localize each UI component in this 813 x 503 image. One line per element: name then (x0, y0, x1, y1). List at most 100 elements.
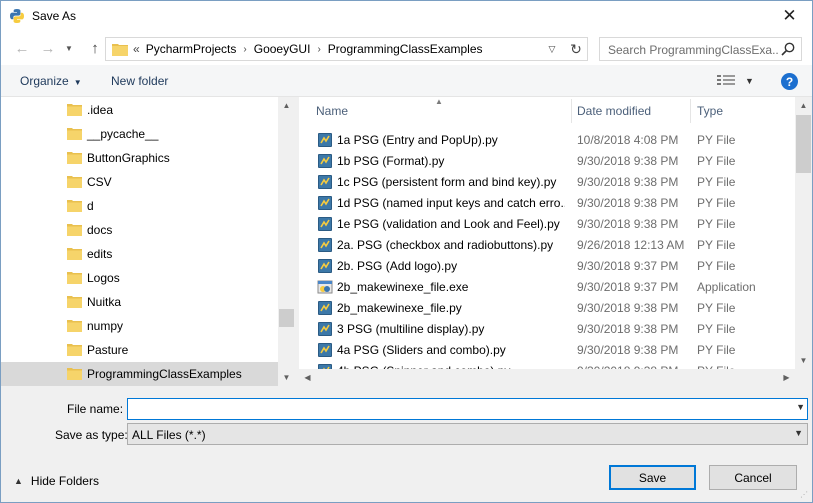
nav-folder-item[interactable]: .idea (1, 98, 278, 122)
save-as-type-label: Save as type: (55, 428, 128, 442)
file-row[interactable]: 3 PSG (multiline display).py 9/30/2018 9:… (299, 318, 796, 339)
column-header-date-modified[interactable]: Date modified (577, 104, 651, 118)
file-row[interactable]: 2b. PSG (Add logo).py 9/30/2018 9:37 PM PY… (299, 255, 796, 276)
folder-icon (67, 175, 82, 188)
close-button[interactable]: ✕ (767, 1, 812, 31)
chevron-right-icon[interactable]: › (243, 44, 246, 55)
window-title: Save As (32, 9, 77, 23)
file-row[interactable]: 2a. PSG (checkbox and radiobuttons).py 9/… (299, 234, 796, 255)
folder-icon (67, 343, 82, 356)
new-folder-button[interactable]: New folder (111, 74, 168, 88)
search-box[interactable]: Search ProgrammingClassExa... (599, 37, 802, 61)
chevron-right-icon[interactable]: › (317, 44, 320, 55)
python-file-icon (317, 342, 333, 358)
navigation-bar: ← → ▼ ↑ « PycharmProjects › GooeyGUI › P… (1, 32, 812, 65)
cancel-button[interactable]: Cancel (709, 465, 797, 490)
forward-button[interactable]: → (37, 37, 59, 59)
save-button[interactable]: Save (609, 465, 696, 490)
nav-folder-item[interactable]: Nuitka (1, 290, 278, 314)
back-button[interactable]: ← (11, 37, 33, 59)
file-date-cell: 9/30/2018 9:38 PM (577, 301, 679, 315)
nav-folder-item[interactable]: __pycache__ (1, 122, 278, 146)
breadcrumb-item-gooeygui[interactable]: GooeyGUI (254, 42, 311, 56)
nav-folder-label: .idea (87, 103, 114, 117)
chevron-down-icon: ▼ (73, 78, 82, 87)
file-name-cell: 1e PSG (validation and Look and Feel).py (337, 217, 560, 231)
hide-folders-button[interactable]: ▲ Hide Folders (14, 474, 99, 488)
nav-folder-item[interactable]: ButtonGraphics (1, 146, 278, 170)
change-view-button[interactable] (717, 74, 735, 89)
column-header-name[interactable]: Name (316, 104, 348, 118)
scrollbar-thumb[interactable] (796, 115, 811, 173)
column-divider[interactable] (690, 99, 691, 123)
chevron-down-icon[interactable]: ▼ (796, 402, 805, 412)
file-list-horizontal-scrollbar[interactable]: ◀ ▶ (299, 369, 795, 386)
file-date-cell: 9/30/2018 9:38 PM (577, 175, 679, 189)
nav-folder-label: edits (87, 247, 113, 261)
file-row[interactable]: 2b_makewinexe_file.py 9/30/2018 9:38 PM PY… (299, 297, 796, 318)
nav-folder-label: Pasture (87, 343, 129, 357)
help-button[interactable]: ? (781, 73, 798, 90)
refresh-icon: ↻ (570, 40, 582, 57)
file-name-cell: 3 PSG (multiline display).py (337, 322, 485, 336)
file-name-cell: 1c PSG (persistent form and bind key).py (337, 175, 557, 189)
nav-folder-item[interactable]: numpy (1, 314, 278, 338)
python-file-icon (317, 237, 333, 253)
nav-folder-item[interactable]: docs (1, 218, 278, 242)
scroll-down-icon[interactable]: ▼ (795, 352, 812, 369)
nav-pane-scrollbar[interactable]: ▲ ▼ (278, 97, 295, 386)
file-row[interactable]: 1b PSG (Format).py 9/30/2018 9:38 PM PY Fi… (299, 150, 796, 171)
file-row[interactable]: 4a PSG (Sliders and combo).py 9/30/2018 9… (299, 339, 796, 360)
scroll-down-icon[interactable]: ▼ (278, 369, 295, 386)
nav-folder-item[interactable]: ProgrammingClassExamples (1, 362, 278, 386)
breadcrumb-item-pycharmprojects[interactable]: PycharmProjects (146, 42, 237, 56)
file-row[interactable]: 1c PSG (persistent form and bind key).py… (299, 171, 796, 192)
scrollbar-thumb[interactable] (279, 309, 294, 327)
column-divider[interactable] (571, 99, 572, 123)
scroll-left-icon[interactable]: ◀ (299, 369, 316, 386)
file-row[interactable]: 1d PSG (named input keys and catch erro.… (299, 192, 796, 213)
breadcrumb: « PycharmProjects › GooeyGUI › Programmi… (133, 42, 483, 56)
scroll-right-icon[interactable]: ▶ (778, 369, 795, 386)
column-header-type[interactable]: Type (697, 104, 723, 118)
nav-folder-item[interactable]: d (1, 194, 278, 218)
address-bar[interactable]: « PycharmProjects › GooeyGUI › Programmi… (105, 37, 588, 61)
view-options-button[interactable]: ▼ (745, 76, 754, 86)
chevron-down-icon: ▼ (65, 43, 73, 53)
file-list-vertical-scrollbar[interactable]: ▲ ▼ (795, 97, 812, 369)
file-type-cell: PY File (697, 196, 736, 210)
nav-folder-item[interactable]: Pasture (1, 338, 278, 362)
refresh-button[interactable]: ↻ (566, 39, 586, 59)
scroll-up-icon[interactable]: ▲ (278, 97, 295, 114)
breadcrumb-item-programmingclassexamples[interactable]: ProgrammingClassExamples (328, 42, 483, 56)
file-type-cell: Application (697, 280, 756, 294)
up-button[interactable]: ↑ (84, 37, 106, 59)
file-type-cell: PY File (697, 343, 736, 357)
file-name-field[interactable]: ▼ (127, 398, 808, 420)
search-placeholder: Search ProgrammingClassExa... (608, 43, 778, 57)
file-row[interactable]: 1e PSG (validation and Look and Feel).py… (299, 213, 796, 234)
scroll-up-icon[interactable]: ▲ (795, 97, 812, 114)
address-history-button[interactable]: ▽ (543, 40, 561, 58)
save-as-type-select[interactable]: ALL Files (*.*) ▼ (127, 423, 808, 445)
breadcrumb-overflow[interactable]: « (133, 42, 140, 56)
resize-grip-icon[interactable]: ⋰ (800, 490, 810, 500)
chevron-up-icon: ▲ (14, 476, 23, 486)
organize-button[interactable]: Organize ▼ (20, 74, 82, 88)
file-name-cell: 2b. PSG (Add logo).py (337, 259, 458, 273)
file-row[interactable]: 2b_makewinexe_file.exe 9/30/2018 9:37 PM A… (299, 276, 796, 297)
recent-locations-button[interactable]: ▼ (62, 37, 76, 59)
python-logo-icon (10, 9, 24, 23)
up-arrow-icon: ↑ (91, 39, 99, 57)
sort-ascending-icon: ▲ (435, 97, 443, 106)
nav-folder-item[interactable]: Logos (1, 266, 278, 290)
file-name-cell: 2b_makewinexe_file.py (337, 301, 462, 315)
file-type-cell: PY File (697, 322, 736, 336)
nav-folder-item[interactable]: CSV (1, 170, 278, 194)
file-row[interactable]: 1a PSG (Entry and PopUp).py 10/8/2018 4:0… (299, 129, 796, 150)
file-name-cell: 1b PSG (Format).py (337, 154, 445, 168)
folder-icon (112, 44, 128, 56)
details-view-icon (717, 75, 735, 85)
nav-folder-item[interactable]: edits (1, 242, 278, 266)
back-arrow-icon: ← (14, 39, 30, 57)
